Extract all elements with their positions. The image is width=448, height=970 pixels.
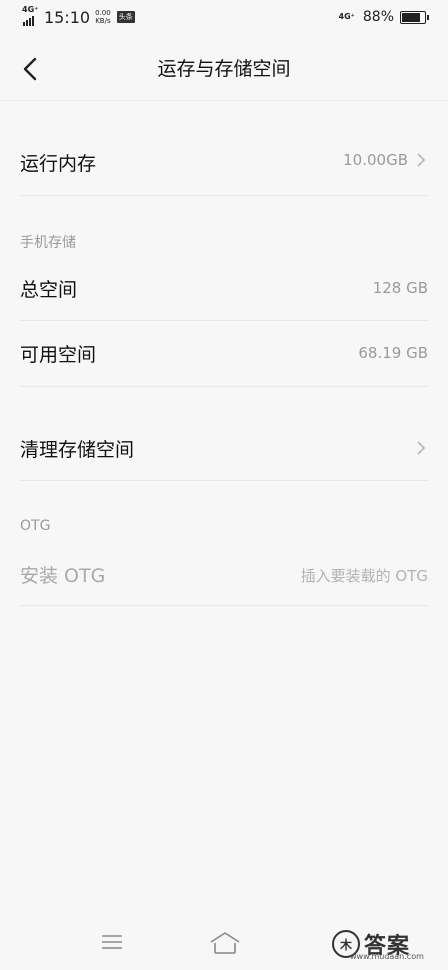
- clean-storage-label: 清理存储空间: [20, 439, 135, 461]
- page-title: 运存与存储空间: [157, 58, 291, 80]
- watermark-url: www.mudaan.com: [350, 952, 424, 961]
- network-speed: 0.00 KB/s: [95, 9, 111, 25]
- ram-label: 运行内存: [20, 153, 97, 175]
- navigation-bar: 木 答案: [0, 910, 448, 970]
- app-notification-icon: 头条: [116, 11, 135, 23]
- battery-icon: [400, 10, 429, 24]
- chevron-right-icon: [417, 153, 426, 167]
- section-title-phone-storage: 手机存储: [20, 235, 76, 251]
- divider: [20, 480, 428, 481]
- divider: [20, 605, 428, 606]
- total-space-value: 128 GB: [372, 279, 428, 297]
- chevron-right-icon: [417, 441, 426, 455]
- status-bar: 4G⁺ 15:10 0.00 KB/s 头条 4G⁺ 88%: [0, 0, 448, 36]
- install-otg-hint: 插入要装载的 OTG: [300, 567, 428, 585]
- available-space-value: 68.19 GB: [358, 344, 428, 362]
- cellular-signal-icon: 4G⁺: [22, 6, 38, 27]
- status-time: 15:10: [44, 7, 91, 27]
- ram-value: 10.00GB: [343, 151, 408, 169]
- battery-percent: 88%: [362, 9, 394, 25]
- available-space-label: 可用空间: [20, 344, 97, 366]
- divider: [20, 386, 428, 387]
- header-divider: [0, 100, 448, 101]
- section-title-otg: OTG: [20, 518, 51, 534]
- install-otg-label: 安装 OTG: [20, 565, 106, 587]
- network-type-icon: 4G⁺: [338, 12, 355, 21]
- page-header: 运存与存储空间: [0, 36, 448, 100]
- divider: [20, 195, 428, 196]
- total-space-label: 总空间: [20, 279, 78, 301]
- divider: [20, 320, 428, 321]
- ram-value-wrap: 10.00GB: [343, 151, 428, 169]
- home-icon[interactable]: [208, 930, 242, 956]
- menu-icon[interactable]: [100, 932, 124, 952]
